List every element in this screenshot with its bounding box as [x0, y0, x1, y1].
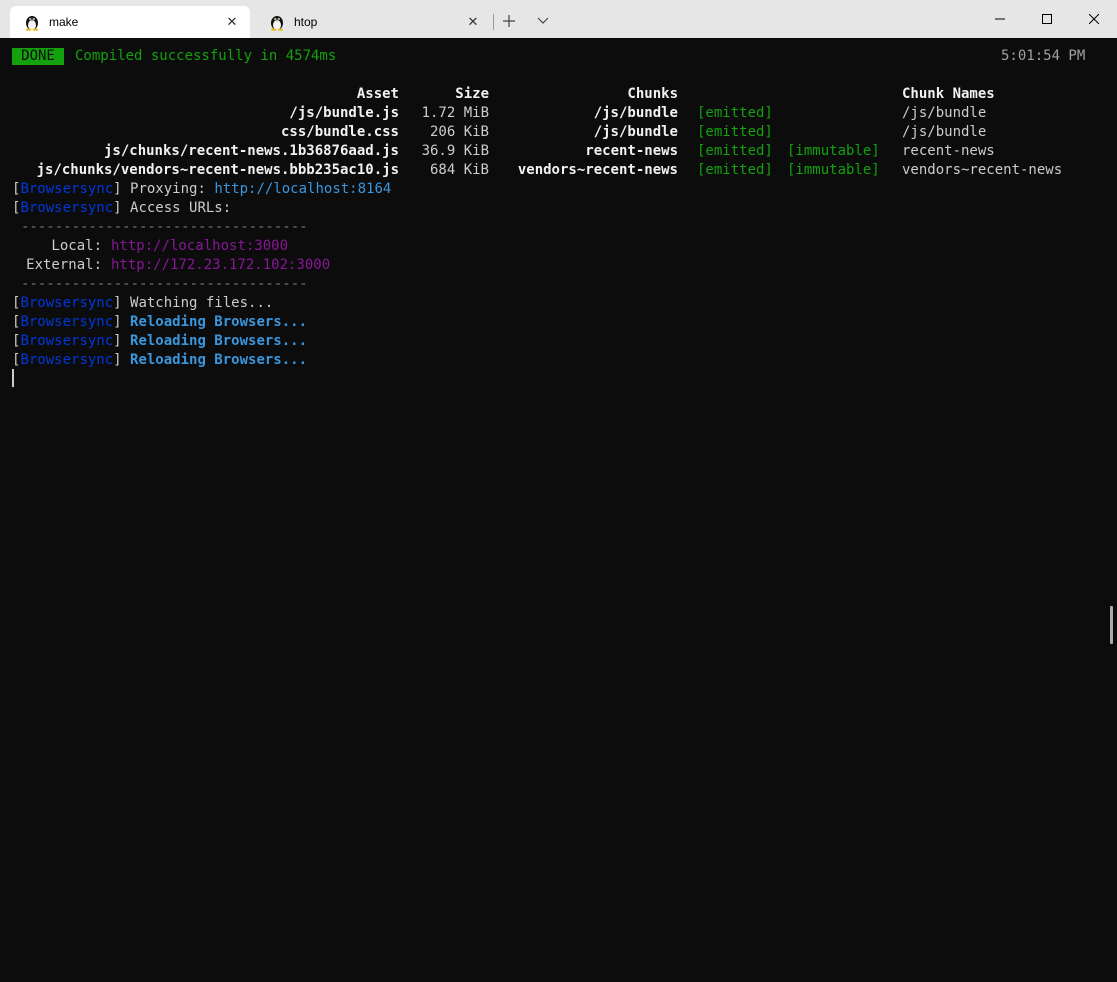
browsersync-line: [Browsersync] Reloading Browsers... — [12, 333, 308, 349]
linux-penguin-icon — [271, 16, 283, 31]
header-chunk-names: Chunk Names — [902, 86, 995, 102]
minimize-icon — [995, 18, 1005, 20]
asset-cell: /js/bundle.js — [289, 105, 399, 121]
tab-divider — [493, 14, 494, 30]
tab-htop[interactable]: htop ✕ — [255, 6, 491, 38]
chunks-cell: recent-news — [585, 143, 678, 159]
browsersync-tag: Browsersync — [20, 333, 114, 349]
header-chunks: Chunks — [627, 86, 678, 102]
immutable-flag: [immutable] — [787, 143, 880, 159]
reloading-message: Reloading Browsers... — [130, 333, 308, 349]
plus-icon — [503, 15, 515, 27]
size-cell: 684 KiB — [429, 162, 489, 178]
emitted-flag: [emitted] — [697, 124, 773, 140]
watching-message: Watching files... — [130, 295, 274, 311]
terminal-output[interactable]: DONE Compiled successfully in 4574ms 5:0… — [0, 38, 1117, 644]
compile-message: Compiled successfully in 4574ms — [75, 48, 337, 64]
size-cell: 1.72 MiB — [421, 105, 489, 121]
browsersync-tag: Browsersync — [20, 352, 114, 368]
asset-cell: js/chunks/recent-news.1b36876aad.js — [103, 143, 399, 159]
emitted-flag: [emitted] — [697, 105, 773, 121]
reloading-message: Reloading Browsers... — [130, 352, 308, 368]
chunk-name-cell: vendors~recent-news — [902, 162, 1063, 178]
reloading-message: Reloading Browsers... — [130, 314, 308, 330]
chunks-cell: /js/bundle — [593, 105, 678, 121]
external-url-link[interactable]: http://172.23.172.102:3000 — [111, 256, 330, 275]
close-tab-icon[interactable]: ✕ — [222, 12, 242, 32]
immutable-flag: [immutable] — [787, 162, 880, 178]
asset-cell: js/chunks/vendors~recent-news.bbb235ac10… — [36, 162, 399, 178]
new-tab-button[interactable] — [498, 10, 520, 32]
chunk-name-cell: /js/bundle — [902, 105, 987, 121]
tab-label: make — [49, 15, 79, 29]
chevron-down-icon — [537, 17, 549, 24]
tab-dropdown-button[interactable] — [532, 10, 554, 32]
tab-make[interactable]: make ✕ — [10, 6, 250, 38]
status-badge: DONE — [12, 48, 64, 65]
timestamp: 5:01:54 PM — [1001, 48, 1086, 64]
browsersync-tag: Browsersync — [20, 314, 114, 330]
browsersync-tag: Browsersync — [20, 181, 114, 197]
asset-cell: css/bundle.css — [280, 124, 399, 140]
header-asset: Asset — [356, 86, 399, 102]
size-cell: 206 KiB — [429, 124, 489, 140]
minimize-button[interactable] — [977, 0, 1023, 38]
close-icon — [1089, 14, 1099, 24]
external-label: External: — [26, 257, 102, 273]
browsersync-line: [Browsersync] Proxying: http://localhost… — [12, 181, 392, 197]
proxying-label: Proxying: — [130, 181, 206, 197]
access-urls-label: Access URLs: — [130, 200, 232, 216]
browsersync-tag: Browsersync — [20, 200, 114, 216]
browsersync-line: [Browsersync] Access URLs: — [12, 200, 232, 216]
local-label: Local: — [51, 238, 102, 254]
emitted-flag: [emitted] — [697, 143, 773, 159]
title-bar: make ✕ htop ✕ — [0, 0, 1117, 38]
close-window-button[interactable] — [1071, 0, 1117, 38]
separator-line: ---------------------------------- — [21, 219, 308, 235]
maximize-button[interactable] — [1024, 0, 1070, 38]
linux-penguin-icon — [26, 16, 38, 31]
header-size: Size — [455, 86, 489, 102]
tab-label: htop — [294, 15, 318, 29]
browsersync-line: [Browsersync] Watching files... — [12, 295, 274, 311]
chunks-cell: vendors~recent-news — [517, 162, 678, 178]
separator-line: ---------------------------------- — [21, 276, 308, 292]
browsersync-tag: Browsersync — [20, 295, 114, 311]
browsersync-line: [Browsersync] Reloading Browsers... — [12, 314, 308, 330]
browsersync-line: [Browsersync] Reloading Browsers... — [12, 352, 308, 368]
chunk-name-cell: recent-news — [902, 143, 995, 159]
local-url-link[interactable]: http://localhost:3000 — [111, 237, 288, 256]
text-cursor — [12, 369, 14, 387]
close-tab-icon[interactable]: ✕ — [463, 12, 483, 32]
chunk-name-cell: /js/bundle — [902, 124, 987, 140]
scrollbar-thumb[interactable] — [1110, 606, 1113, 644]
maximize-icon — [1042, 14, 1052, 24]
emitted-flag: [emitted] — [697, 162, 773, 178]
size-cell: 36.9 KiB — [421, 143, 489, 159]
proxy-url-link[interactable]: http://localhost:8164 — [214, 181, 391, 197]
chunks-cell: /js/bundle — [593, 124, 678, 140]
